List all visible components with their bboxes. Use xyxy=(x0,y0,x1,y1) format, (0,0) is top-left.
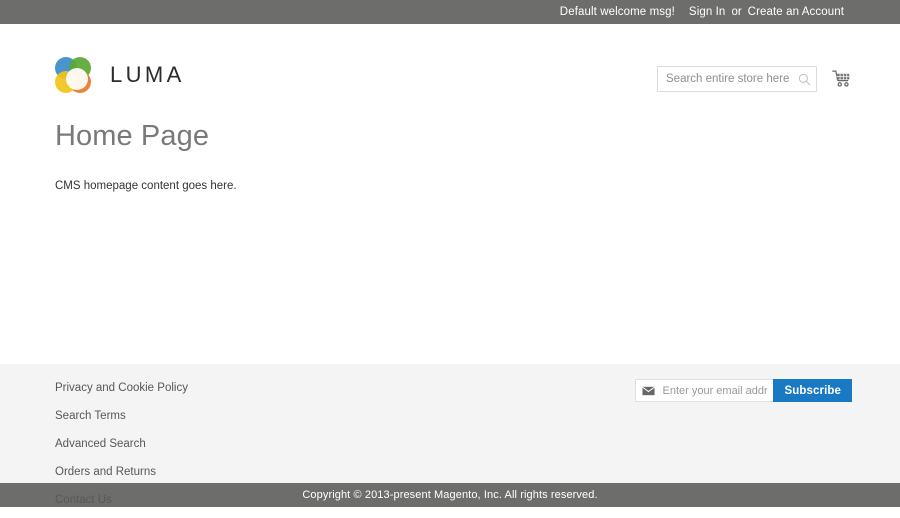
logo-wordmark: LUMA xyxy=(110,62,185,87)
logo-center-hole xyxy=(66,68,88,90)
header-actions xyxy=(657,66,852,92)
welcome-message: Default welcome msg! xyxy=(559,6,675,18)
list-item: Search Terms xyxy=(55,406,188,424)
search-input[interactable] xyxy=(657,66,817,92)
newsletter-email-wrap xyxy=(635,379,774,402)
list-item: Advanced Search xyxy=(55,434,188,452)
list-item: Privacy and Cookie Policy xyxy=(55,378,188,396)
list-item: Orders and Returns xyxy=(55,462,188,480)
shopping-cart-icon[interactable] xyxy=(830,68,852,90)
create-account-link[interactable]: Create an Account xyxy=(748,6,844,18)
subscribe-button[interactable]: Subscribe xyxy=(773,379,852,402)
logo-link[interactable]: LUMA xyxy=(55,57,185,93)
search-form xyxy=(657,66,817,92)
copyright-text: Copyright © 2013-present Magento, Inc. A… xyxy=(302,489,598,501)
footer-link-privacy-and-cookie-policy[interactable]: Privacy and Cookie Policy xyxy=(55,382,188,394)
cms-content-text: CMS homepage content goes here. xyxy=(55,180,237,192)
list-item: Contact Us xyxy=(55,490,188,508)
footer-link-contact-us[interactable]: Contact Us xyxy=(55,494,112,506)
top-panel-separator: or xyxy=(731,6,742,18)
page-title: Home Page xyxy=(55,120,210,152)
newsletter-email-input[interactable] xyxy=(635,379,774,402)
footer-link-list: Privacy and Cookie Policy Search Terms A… xyxy=(55,378,188,518)
newsletter-form: Subscribe xyxy=(635,379,852,402)
site-header: LUMA xyxy=(0,24,900,98)
footer-link-advanced-search[interactable]: Advanced Search xyxy=(55,438,146,450)
site-footer: Privacy and Cookie Policy Search Terms A… xyxy=(0,364,900,506)
sign-in-link[interactable]: Sign In xyxy=(689,6,726,18)
search-icon[interactable] xyxy=(795,70,813,88)
main-content: Home Page CMS homepage content goes here… xyxy=(0,98,900,364)
luma-flower-logo-icon xyxy=(55,57,91,93)
footer-link-orders-and-returns[interactable]: Orders and Returns xyxy=(55,466,156,478)
footer-link-search-terms[interactable]: Search Terms xyxy=(55,410,126,422)
top-panel: Default welcome msg! Sign In or Create a… xyxy=(0,0,900,24)
